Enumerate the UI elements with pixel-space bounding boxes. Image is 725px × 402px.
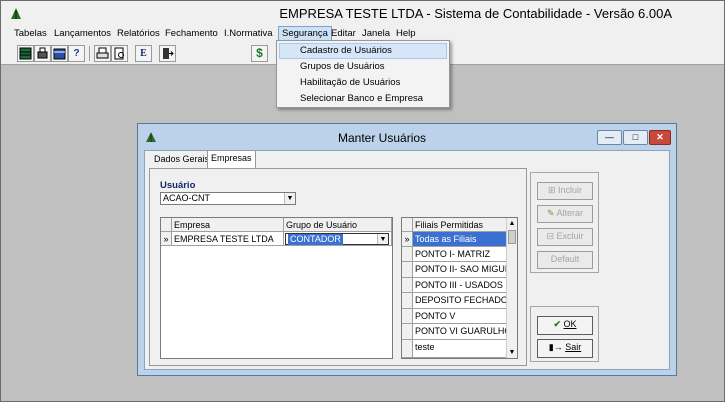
toolbar-separator: [89, 46, 90, 61]
help-icon[interactable]: ?: [68, 45, 85, 62]
app-titlebar: EMPRESA TESTE LTDA - Sistema de Contabil…: [1, 1, 724, 25]
filial-item[interactable]: PONTO VI GUARULHOS: [413, 324, 507, 340]
exit-icon[interactable]: [159, 45, 176, 62]
dollar-icon[interactable]: $: [251, 45, 268, 62]
menu-inormativa[interactable]: I.Normativa: [221, 26, 276, 42]
calendar-icon[interactable]: [51, 45, 68, 62]
filial-item[interactable]: PONTO II- SAO MIGUEL: [413, 262, 507, 278]
scroll-down-icon[interactable]: ▼: [507, 347, 517, 358]
filial-item[interactable]: Todas as Filiais: [413, 232, 507, 247]
scroll-thumb[interactable]: [508, 230, 516, 244]
seguranca-dropdown: Cadastro de Usuários Grupos de Usuários …: [276, 40, 450, 108]
dialog-title: Manter Usuários: [338, 131, 427, 145]
app-leaf-icon: [11, 8, 21, 19]
menu-cadastro-usuarios[interactable]: Cadastro de Usuários: [279, 43, 447, 59]
close-icon[interactable]: ✕: [649, 130, 671, 145]
grupo-value: CONTADOR: [288, 234, 343, 245]
row-indicator: »: [161, 232, 172, 246]
dialog-leaf-icon: [146, 132, 156, 142]
dialog-titlebar[interactable]: Manter Usuários — □ ✕: [138, 124, 676, 150]
tab-dados-gerais[interactable]: Dados Gerais: [151, 152, 212, 168]
usuario-label: Usuário: [160, 180, 196, 191]
incluir-icon: ⊞: [547, 185, 556, 195]
ok-label: OK: [563, 319, 577, 329]
dialog-body: Dados Gerais Empresas Usuário ACAO-CNT ▼…: [144, 150, 670, 370]
menu-tabelas[interactable]: Tabelas: [11, 26, 50, 42]
print-preview-icon[interactable]: [111, 45, 128, 62]
menu-lancamentos[interactable]: Lançamentos: [51, 26, 114, 42]
empresas-tab-panel: Usuário ACAO-CNT ▼ Empresa Grupo de Usuá…: [149, 168, 527, 366]
grupo-select[interactable]: CONTADOR ▼: [285, 233, 389, 245]
alterar-button[interactable]: ✎ Alterar: [537, 205, 593, 223]
confirm-button-group: ✔ OK ▮→ Sair: [530, 306, 599, 362]
filial-item[interactable]: PONTO I- MATRIZ: [413, 247, 507, 262]
filial-row-indicator: »: [402, 232, 413, 247]
cell-grupo[interactable]: CONTADOR ▼: [284, 232, 392, 246]
filial-item[interactable]: PONTO V: [413, 309, 507, 324]
alterar-label: Alterar: [556, 208, 584, 218]
menu-fechamento[interactable]: Fechamento: [162, 26, 221, 42]
chevron-down-icon[interactable]: ▼: [377, 234, 388, 244]
e-icon[interactable]: E: [135, 45, 152, 62]
excluir-button[interactable]: ⊟ Excluir: [537, 228, 593, 246]
filial-row-indicator: [402, 278, 413, 293]
default-button[interactable]: Default: [537, 251, 593, 269]
filial-row-indicator: [402, 293, 413, 309]
filial-item[interactable]: PONTO III - USADOS: [413, 278, 507, 293]
filial-item[interactable]: DEPOSITO FECHADO: [413, 293, 507, 309]
action-button-group: ⊞ Incluir ✎ Alterar ⊟ Excluir Default: [530, 172, 599, 273]
menu-relatorios[interactable]: Relatórios: [114, 26, 163, 42]
checkmark-icon: ✔: [553, 319, 561, 329]
ok-button[interactable]: ✔ OK: [537, 316, 593, 335]
filiais-scrollbar[interactable]: ▲ ▼: [506, 218, 517, 358]
menu-habilitacao-usuarios[interactable]: Habilitação de Usuários: [279, 75, 447, 91]
filial-row-indicator: [402, 262, 413, 278]
excluir-label: Excluir: [556, 231, 584, 241]
filiais-grid: Filiais Permitidas » Todas as Filiais PO…: [401, 217, 518, 359]
alterar-icon: ✎: [546, 208, 555, 218]
tab-empresas[interactable]: Empresas: [207, 150, 256, 168]
cell-empresa[interactable]: EMPRESA TESTE LTDA: [172, 232, 284, 246]
filial-item[interactable]: teste: [413, 340, 507, 358]
printer-icon[interactable]: [94, 45, 111, 62]
sair-label: Sair: [565, 342, 582, 352]
column-header-filiais[interactable]: Filiais Permitidas: [413, 218, 507, 232]
print-icon[interactable]: [34, 45, 51, 62]
excluir-icon: ⊟: [546, 231, 554, 241]
filial-row-indicator: [402, 247, 413, 262]
table-icon[interactable]: [17, 45, 34, 62]
app-title: EMPRESA TESTE LTDA - Sistema de Contabil…: [279, 6, 672, 21]
exit-door-icon: ▮→: [548, 342, 563, 352]
incluir-button[interactable]: ⊞ Incluir: [537, 182, 593, 200]
usuario-value: ACAO-CNT: [163, 193, 210, 203]
manter-usuarios-dialog: Manter Usuários — □ ✕ Dados Gerais Empre…: [137, 123, 677, 376]
menu-selecionar-banco-empresa[interactable]: Selecionar Banco e Empresa: [279, 91, 447, 107]
filial-row-indicator: [402, 324, 413, 340]
incluir-label: Incluir: [558, 185, 583, 195]
empresas-grid: Empresa Grupo de Usuário » EMPRESA TESTE…: [160, 217, 393, 359]
minimize-icon[interactable]: —: [597, 130, 622, 145]
column-header-grupo[interactable]: Grupo de Usuário: [284, 218, 392, 232]
filial-row-indicator: [402, 309, 413, 324]
menu-grupos-usuarios[interactable]: Grupos de Usuários: [279, 59, 447, 75]
filial-row-indicator: [402, 340, 413, 358]
grid-corner: [161, 218, 172, 232]
sair-button[interactable]: ▮→ Sair: [537, 339, 593, 358]
chevron-down-icon[interactable]: ▼: [284, 193, 295, 204]
filiais-corner: [402, 218, 413, 232]
column-header-empresa[interactable]: Empresa: [172, 218, 284, 232]
maximize-icon[interactable]: □: [623, 130, 648, 145]
usuario-select[interactable]: ACAO-CNT ▼: [160, 192, 296, 205]
scroll-up-icon[interactable]: ▲: [507, 218, 517, 229]
